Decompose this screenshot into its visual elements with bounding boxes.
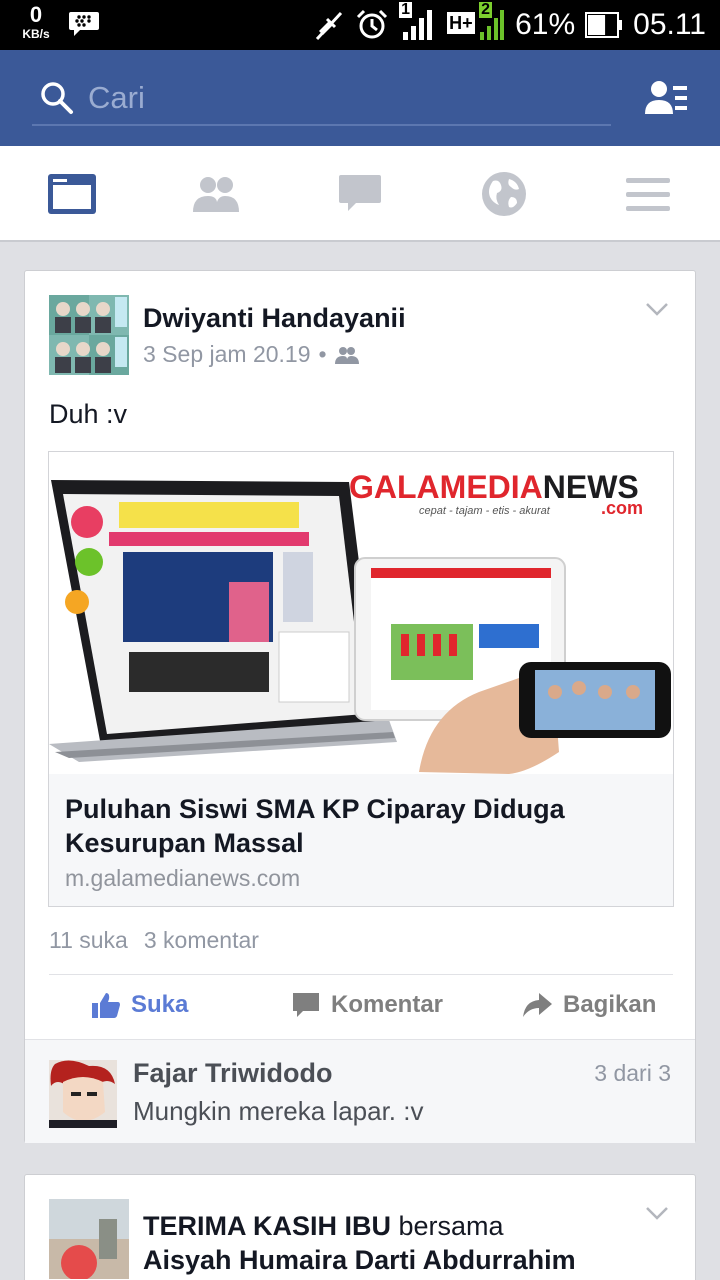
- comment-position: 3 dari 3: [594, 1060, 671, 1086]
- link-image: GALAMEDIANEWS .com cepat - tajam - etis …: [49, 452, 673, 774]
- search-bar[interactable]: [32, 72, 611, 126]
- menu-icon: [626, 178, 670, 211]
- like-label: Suka: [131, 991, 189, 1018]
- chevron-down-icon[interactable]: [645, 1205, 669, 1221]
- like-button[interactable]: Suka: [91, 991, 188, 1019]
- mute-icon: [315, 11, 343, 41]
- commenter-avatar[interactable]: [49, 1060, 117, 1128]
- post-actions: Suka Komentar Bagikan: [25, 975, 697, 1039]
- svg-text:.com: .com: [601, 498, 643, 518]
- audience-friends-icon: [334, 346, 359, 364]
- post-card: Dwiyanti Handayanii 3 Sep jam 20.19 • Du…: [24, 270, 696, 1143]
- post-timestamp[interactable]: 3 Sep jam 20.19: [143, 341, 311, 368]
- battery-percent: 61%: [515, 8, 576, 41]
- comment-text: Mungkin mereka lapar. :v: [133, 1096, 424, 1126]
- search-input[interactable]: [88, 80, 568, 116]
- network-type-label: H+: [447, 12, 475, 34]
- bbm-icon: [69, 12, 99, 36]
- with-connector: bersama: [391, 1211, 504, 1241]
- top-bar: [0, 50, 720, 146]
- avatar-image: [49, 295, 129, 375]
- post-author[interactable]: Dwiyanti Handayanii: [143, 303, 406, 334]
- news-feed-icon: [48, 174, 96, 214]
- status-bar: 0 KB/s 1 H+ 2 61% 05.11: [0, 0, 720, 50]
- battery-icon: [585, 12, 623, 38]
- tab-news-feed[interactable]: [46, 170, 98, 218]
- page-name[interactable]: TERIMA KASIH IBU: [143, 1211, 391, 1241]
- tab-notifications[interactable]: [478, 170, 530, 218]
- link-preview[interactable]: GALAMEDIANEWS .com cepat - tajam - etis …: [48, 451, 674, 907]
- post-author: TERIMA KASIH IBU bersama Aisyah Humaira …: [143, 1209, 576, 1277]
- messages-icon: [339, 175, 381, 211]
- tagged-person[interactable]: Aisyah Humaira Darti Abdurrahim: [143, 1245, 576, 1275]
- share-icon: [523, 993, 552, 1017]
- thumbs-up-icon: [92, 993, 120, 1018]
- comment-label: Komentar: [331, 991, 444, 1018]
- comment-preview[interactable]: Fajar Triwidodo 3 dari 3 Mungkin mereka …: [25, 1039, 695, 1143]
- network-speed: 0 KB/s: [16, 2, 56, 41]
- like-count[interactable]: 11 suka: [49, 927, 128, 954]
- commenter-name[interactable]: Fajar Triwidodo: [133, 1058, 333, 1089]
- comment-button[interactable]: Komentar: [291, 991, 443, 1019]
- post-text: Duh :v: [49, 399, 128, 429]
- avatar[interactable]: [49, 1199, 129, 1279]
- brand-logo-text: GALAMEDIANEWS: [349, 469, 639, 505]
- link-title[interactable]: Puluhan Siswi SMA KP Ciparay Diduga Kesu…: [65, 792, 655, 860]
- tab-more[interactable]: [622, 170, 674, 218]
- tab-bar: [0, 146, 720, 242]
- chevron-down-icon[interactable]: [645, 301, 669, 317]
- clock: 05.11: [633, 8, 706, 41]
- meta-separator: •: [318, 341, 327, 367]
- post-card: TERIMA KASIH IBU bersama Aisyah Humaira …: [24, 1174, 696, 1280]
- globe-icon: [482, 172, 526, 216]
- comment-icon: [293, 993, 319, 1017]
- link-domain: m.galamedianews.com: [65, 865, 301, 891]
- alarm-icon: [357, 9, 388, 39]
- share-button[interactable]: Bagikan: [521, 991, 656, 1019]
- signal-sim1-icon: 1: [399, 2, 437, 44]
- post-meta: 3 Sep jam 20.19 •: [143, 341, 359, 368]
- commenter-avatar-image: [49, 1060, 117, 1128]
- avatar[interactable]: [49, 295, 129, 375]
- network-speed-unit: KB/s: [22, 27, 50, 41]
- search-icon: [41, 82, 73, 114]
- svg-text:cepat - tajam - etis - akurat: cepat - tajam - etis - akurat: [419, 505, 551, 517]
- avatar-image: [49, 1199, 129, 1279]
- tab-messages[interactable]: [334, 170, 386, 218]
- comment-count[interactable]: 3 komentar: [144, 927, 259, 954]
- signal-sim2-icon: H+ 2: [447, 2, 505, 44]
- friends-icon: [193, 177, 239, 212]
- network-speed-value: 0: [29, 2, 43, 27]
- link-image-graphic: GALAMEDIANEWS .com cepat - tajam - etis …: [49, 452, 673, 774]
- share-label: Bagikan: [563, 991, 657, 1018]
- friend-list-icon[interactable]: [643, 78, 689, 118]
- tab-friend-requests[interactable]: [190, 170, 242, 218]
- engagement-counts: 11 suka 3 komentar: [49, 927, 259, 954]
